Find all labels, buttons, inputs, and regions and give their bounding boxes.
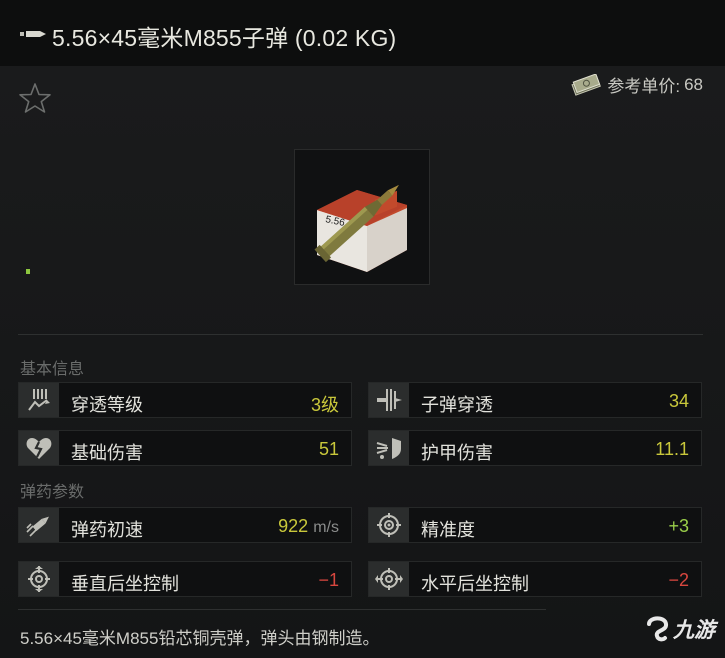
- broken-heart-icon: [26, 438, 52, 459]
- stat-bullet-penetration: 子弹穿透 34: [368, 382, 702, 418]
- stat-label: 水平后坐控制: [421, 574, 529, 594]
- watermark: 九游: [645, 614, 715, 644]
- stat-value: 51: [318, 439, 339, 459]
- stat-penetration-level: 穿透等级 3级: [18, 382, 352, 418]
- stat-value: 3级: [310, 395, 339, 415]
- stat-value: 922 m/s: [278, 516, 339, 536]
- item-image-frame: 5.56: [294, 149, 430, 285]
- section-basic-info: 基本信息: [20, 361, 85, 378]
- stat-unit: m/s: [313, 519, 339, 536]
- stat-accuracy: 精准度 +3: [368, 507, 702, 543]
- velocity-icon: [26, 516, 49, 537]
- stat-muzzle-velocity: 弹药初速 922 m/s: [18, 507, 352, 543]
- item-description: 5.56×45毫米M855铅芯铜壳弹，弹头由钢制造。: [20, 629, 380, 648]
- money-icon: [571, 73, 602, 96]
- stat-label: 基础伤害: [71, 443, 143, 463]
- stat-label: 护甲伤害: [421, 443, 493, 463]
- stat-label: 精准度: [421, 520, 475, 540]
- stat-horizontal-recoil: 水平后坐控制 −2: [368, 561, 702, 597]
- divider: [18, 334, 703, 335]
- section-ammo-params: 弹药参数: [20, 484, 85, 501]
- stat-base-damage: 基础伤害 51: [18, 430, 352, 466]
- reference-price: 参考单价: 68: [569, 72, 703, 97]
- crosshair-icon: [377, 513, 401, 537]
- watermark-text: 九游: [673, 619, 715, 642]
- stat-label: 垂直后坐控制: [71, 574, 179, 594]
- divider: [18, 609, 546, 610]
- jiuyou-logo-icon: [647, 616, 668, 642]
- stat-value: 11.1: [655, 439, 689, 459]
- stat-label: 子弹穿透: [421, 395, 493, 415]
- title-bar: 5.56×45毫米M855子弹 (0.02 KG): [0, 0, 725, 67]
- stat-vertical-recoil: 垂直后坐控制 −1: [18, 561, 352, 597]
- stat-value: +3: [668, 516, 689, 536]
- bullet-penetration-icon: [377, 389, 402, 411]
- stat-armor-damage: 护甲伤害 11.1: [368, 430, 702, 466]
- status-indicator: [26, 269, 30, 274]
- armor-damage-icon: [376, 438, 401, 459]
- star-icon[interactable]: [18, 82, 52, 114]
- item-title: 5.56×45毫米M855子弹 (0.02 KG): [52, 25, 397, 51]
- stat-label: 穿透等级: [71, 395, 143, 415]
- stat-value: −2: [668, 570, 689, 590]
- price-value: 68: [684, 74, 703, 94]
- horizontal-recoil-icon: [375, 568, 403, 590]
- bullet-icon: [20, 31, 46, 37]
- stat-value: 34: [668, 391, 689, 411]
- vertical-recoil-icon: [28, 566, 50, 592]
- stat-value: −1: [318, 570, 339, 590]
- price-label: 参考单价:: [607, 77, 681, 96]
- stat-label: 弹药初速: [71, 520, 143, 540]
- penetration-icon: [28, 389, 50, 411]
- ammo-box-image: 5.56: [314, 184, 407, 272]
